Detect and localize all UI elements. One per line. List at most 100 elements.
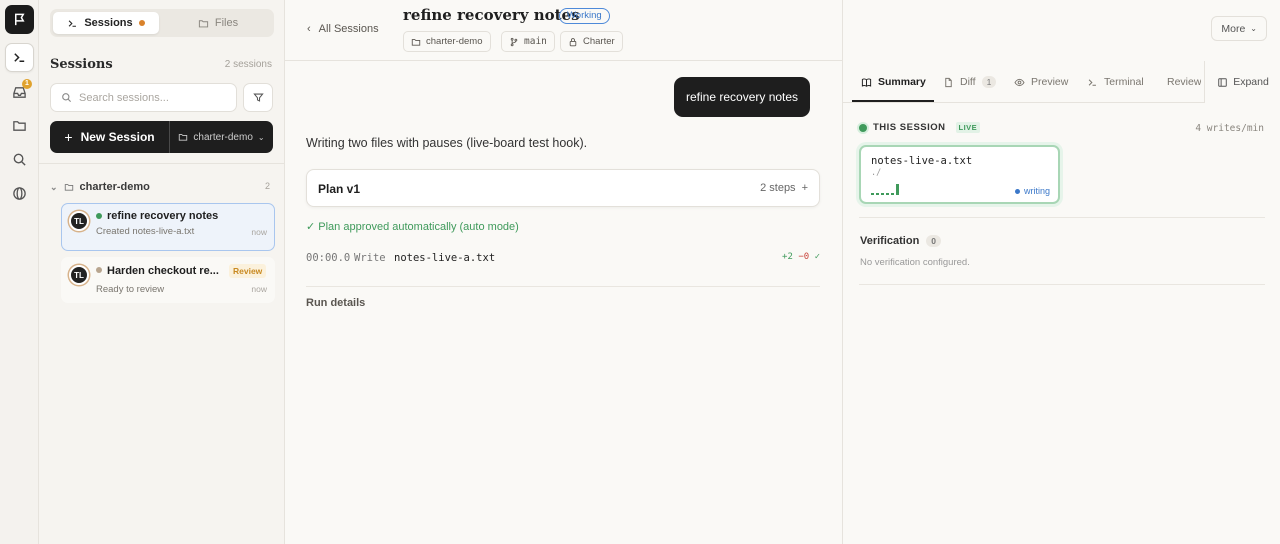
- session-status-dot: [96, 213, 102, 219]
- file-status-label: writing: [1023, 186, 1050, 196]
- inbox-count-badge: 1: [22, 79, 32, 89]
- tab-sessions[interactable]: Sessions: [53, 12, 159, 34]
- activity-bar: [891, 193, 894, 195]
- writing-dot: [1014, 188, 1020, 194]
- session-count: 2 sessions: [224, 59, 272, 70]
- tab-preview[interactable]: Preview: [1014, 61, 1069, 102]
- expand-plus-icon[interactable]: +: [802, 182, 808, 194]
- session-card-refine-recovery-notes[interactable]: TL refine recovery notes Created notes-l…: [61, 203, 275, 251]
- live-badge: LIVE: [955, 122, 981, 133]
- project-group-header[interactable]: ⌄ charter-demo: [50, 179, 274, 195]
- user-message-bubble: refine recovery notes: [674, 77, 811, 117]
- activity-bar: [881, 193, 884, 195]
- tab-review-label: Review: [1167, 76, 1201, 88]
- plus-icon: +: [64, 129, 73, 145]
- tab-summary-label: Summary: [878, 76, 926, 88]
- review-badge: Review: [229, 264, 267, 278]
- tab-files-label: Files: [214, 17, 239, 29]
- session-title: Harden checkout re...: [107, 265, 219, 277]
- lines-added: +2: [782, 252, 793, 262]
- sessions-sidebar: Sessions Files Sessions 2 sessions + New…: [39, 0, 285, 544]
- app-rail: 1: [0, 0, 39, 544]
- divider: [306, 286, 820, 287]
- search-box[interactable]: [50, 83, 237, 112]
- search-input[interactable]: [79, 91, 229, 104]
- folder-icon: [411, 38, 421, 46]
- activity-bar: [896, 184, 899, 195]
- new-session-control: + New Session charter-demo ⌄: [50, 121, 273, 153]
- branch-chip[interactable]: main: [501, 31, 555, 52]
- expand-button[interactable]: Expand: [1204, 61, 1280, 103]
- folder-icon: [64, 184, 73, 191]
- book-icon: [861, 77, 872, 87]
- more-button-label: More: [1221, 22, 1246, 35]
- tab-terminal-label: Terminal: [1104, 76, 1144, 88]
- eye-icon: [1014, 78, 1025, 86]
- project-chip-label: charter-demo: [426, 36, 483, 47]
- tab-terminal[interactable]: Terminal: [1087, 61, 1144, 102]
- lines-removed: −0: [798, 252, 810, 262]
- this-session-header: THIS SESSION LIVE: [859, 122, 981, 133]
- app-logo-icon[interactable]: [5, 5, 34, 34]
- new-session-label: New Session: [80, 130, 155, 144]
- plan-card[interactable]: Plan v1 2 steps +: [306, 169, 820, 207]
- tab-diff[interactable]: Diff 1: [943, 61, 997, 102]
- charter-chip-label: Charter: [583, 36, 615, 47]
- chevron-down-icon: ⌄: [1250, 24, 1257, 33]
- folder-icon[interactable]: [5, 111, 34, 140]
- project-select[interactable]: charter-demo ⌄: [170, 121, 273, 153]
- chevron-down-icon: ⌄: [50, 181, 58, 192]
- tab-files[interactable]: Files: [165, 12, 271, 34]
- project-group-name: charter-demo: [79, 181, 150, 193]
- session-title: refine recovery notes: [107, 210, 219, 222]
- right-panel: More ⌄ Summary Diff 1 Preview Terminal R…: [842, 0, 1280, 544]
- filter-button[interactable]: [243, 83, 273, 112]
- terminal-icon: [1088, 78, 1096, 86]
- diff-count-badge: 1: [981, 76, 997, 88]
- tab-summary[interactable]: Summary: [861, 61, 926, 102]
- event-file: notes-live-a.txt: [394, 252, 496, 264]
- folder-icon: [198, 19, 208, 27]
- sidebar-title: Sessions: [50, 57, 113, 72]
- search-icon[interactable]: [5, 145, 34, 174]
- live-file-card[interactable]: notes-live-a.txt ./ writing: [859, 145, 1060, 204]
- tab-preview-label: Preview: [1031, 76, 1069, 88]
- writes-per-minute: 4 writes/min: [1195, 123, 1264, 134]
- avatar: TL: [69, 211, 89, 231]
- session-status-dot: [96, 267, 102, 273]
- more-button[interactable]: More ⌄: [1211, 16, 1267, 41]
- project-chip[interactable]: charter-demo: [403, 31, 491, 52]
- plan-steps-count: 2 steps: [760, 182, 796, 194]
- tab-sessions-label: Sessions: [84, 17, 133, 29]
- project-select-label: charter-demo: [193, 131, 253, 143]
- tab-diff-label: Diff: [960, 76, 976, 88]
- back-link[interactable]: ‹ All Sessions: [307, 23, 379, 35]
- inbox-icon[interactable]: 1: [5, 78, 34, 107]
- session-card-harden-checkout[interactable]: TL Harden checkout re... Review Ready to…: [61, 257, 275, 303]
- search-icon: [62, 93, 72, 103]
- activity-bar: [876, 193, 879, 195]
- activity-bar: [886, 193, 889, 195]
- verification-note: No verification configured.: [860, 257, 970, 268]
- charter-chip[interactable]: Charter: [560, 31, 623, 52]
- assistant-description: Writing two files with pauses (live-boar…: [306, 136, 588, 150]
- live-status-dot: [859, 123, 867, 132]
- session-subtitle: Ready to review: [96, 284, 165, 295]
- chevron-left-icon: ‹: [307, 23, 311, 35]
- globe-icon[interactable]: [5, 179, 34, 208]
- activity-bar: [871, 193, 874, 195]
- session-time: now: [251, 284, 267, 294]
- sidebar-tab-switcher: Sessions Files: [50, 9, 274, 37]
- this-session-label: THIS SESSION: [873, 122, 946, 133]
- verification-title: Verification: [860, 235, 920, 247]
- terminal-icon[interactable]: [5, 43, 34, 72]
- divider: [39, 163, 285, 164]
- filter-icon: [252, 93, 264, 102]
- new-session-button[interactable]: + New Session: [50, 121, 169, 153]
- project-group-count: 2: [264, 181, 270, 191]
- run-details-toggle[interactable]: Run details: [306, 297, 365, 309]
- divider: [859, 284, 1265, 285]
- tab-review[interactable]: Review: [1161, 61, 1201, 102]
- write-event-row[interactable]: 00:00.0 Write notes-live-a.txt +2 −0 ✓: [306, 252, 820, 268]
- activity-dot: [138, 20, 145, 26]
